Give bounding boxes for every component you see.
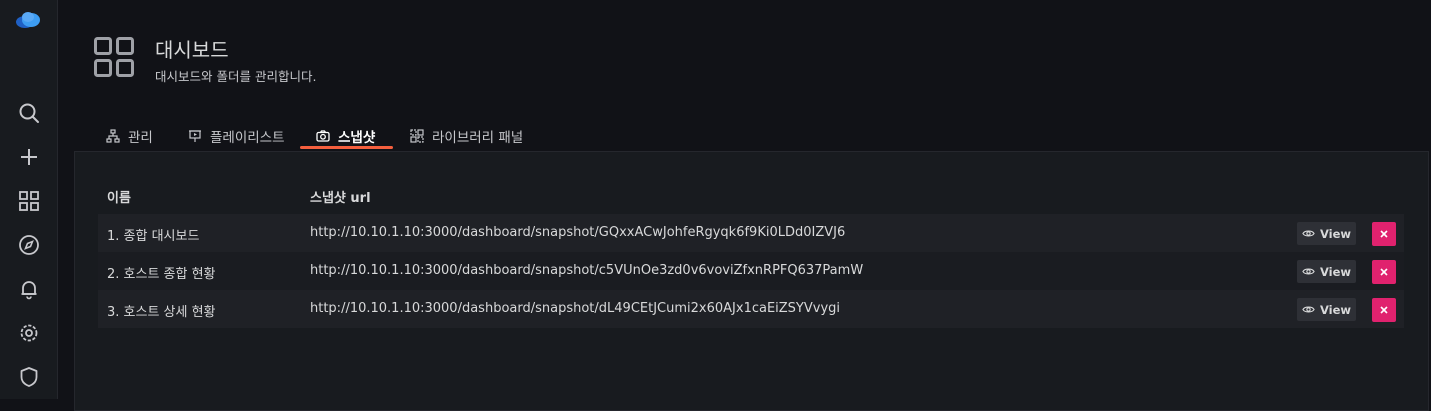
delete-button[interactable] [1372, 298, 1396, 322]
presentation-play-icon [189, 129, 201, 142]
page-title: 대시보드 [155, 38, 229, 62]
page-subtitle: 대시보드와 폴더를 관리합니다. [155, 69, 317, 84]
tab-library-panels[interactable]: 라이브러리 패널 [410, 120, 523, 151]
tab-label: 라이브러리 패널 [432, 129, 524, 146]
tab-label: 플레이리스트 [210, 129, 285, 146]
snapshot-name-link[interactable]: 3. 호스트 상세 현황 [107, 301, 216, 320]
camera-icon [316, 129, 330, 142]
view-button[interactable]: View [1297, 298, 1356, 321]
snapshot-name-link[interactable]: 2. 호스트 종합 현황 [107, 263, 216, 282]
sidebar [0, 0, 58, 399]
delete-button[interactable] [1372, 222, 1396, 246]
table-row: 1. 종합 대시보드 http://10.10.1.10:3000/dashbo… [98, 214, 1404, 252]
close-icon [1380, 306, 1388, 314]
library-panel-icon [410, 128, 424, 143]
view-label: View [1319, 302, 1352, 317]
view-button[interactable]: View [1297, 260, 1356, 283]
snapshot-url-link[interactable]: http://10.10.1.10:3000/dashboard/snapsho… [310, 263, 863, 278]
eye-icon [1302, 268, 1315, 275]
explore-icon[interactable] [13, 229, 45, 261]
gear-icon[interactable] [13, 317, 45, 349]
dashboards-icon[interactable] [13, 185, 45, 217]
eye-icon [1302, 306, 1315, 313]
sitemap-icon [106, 128, 120, 143]
eye-icon [1302, 230, 1315, 237]
tab-manage[interactable]: 관리 [106, 120, 153, 151]
snapshot-name-link[interactable]: 1. 종합 대시보드 [107, 225, 199, 244]
view-label: View [1319, 226, 1352, 241]
dashboards-header-icon [94, 37, 134, 77]
active-tab-indicator [300, 146, 393, 149]
column-header-name: 이름 [107, 191, 131, 206]
search-icon[interactable] [13, 97, 45, 129]
tab-label: 스냅샷 [338, 129, 376, 146]
table-row: 2. 호스트 종합 현황 http://10.10.1.10:3000/dash… [98, 252, 1404, 290]
table-row: 3. 호스트 상세 현황 http://10.10.1.10:3000/dash… [98, 290, 1404, 328]
alert-bell-icon[interactable] [13, 273, 45, 305]
column-header-url: 스냅샷 url [310, 191, 371, 206]
plus-icon[interactable] [13, 141, 45, 173]
view-label: View [1319, 264, 1352, 279]
snapshot-url-link[interactable]: http://10.10.1.10:3000/dashboard/snapsho… [310, 301, 840, 316]
tab-playlists[interactable]: 플레이리스트 [188, 120, 285, 151]
tab-label: 관리 [128, 129, 153, 146]
close-icon [1380, 230, 1388, 238]
shield-icon[interactable] [13, 361, 45, 393]
close-icon [1380, 268, 1388, 276]
snapshot-url-link[interactable]: http://10.10.1.10:3000/dashboard/snapsho… [310, 225, 845, 240]
grafana-logo[interactable] [13, 6, 43, 32]
delete-button[interactable] [1372, 260, 1396, 284]
view-button[interactable]: View [1297, 222, 1356, 245]
